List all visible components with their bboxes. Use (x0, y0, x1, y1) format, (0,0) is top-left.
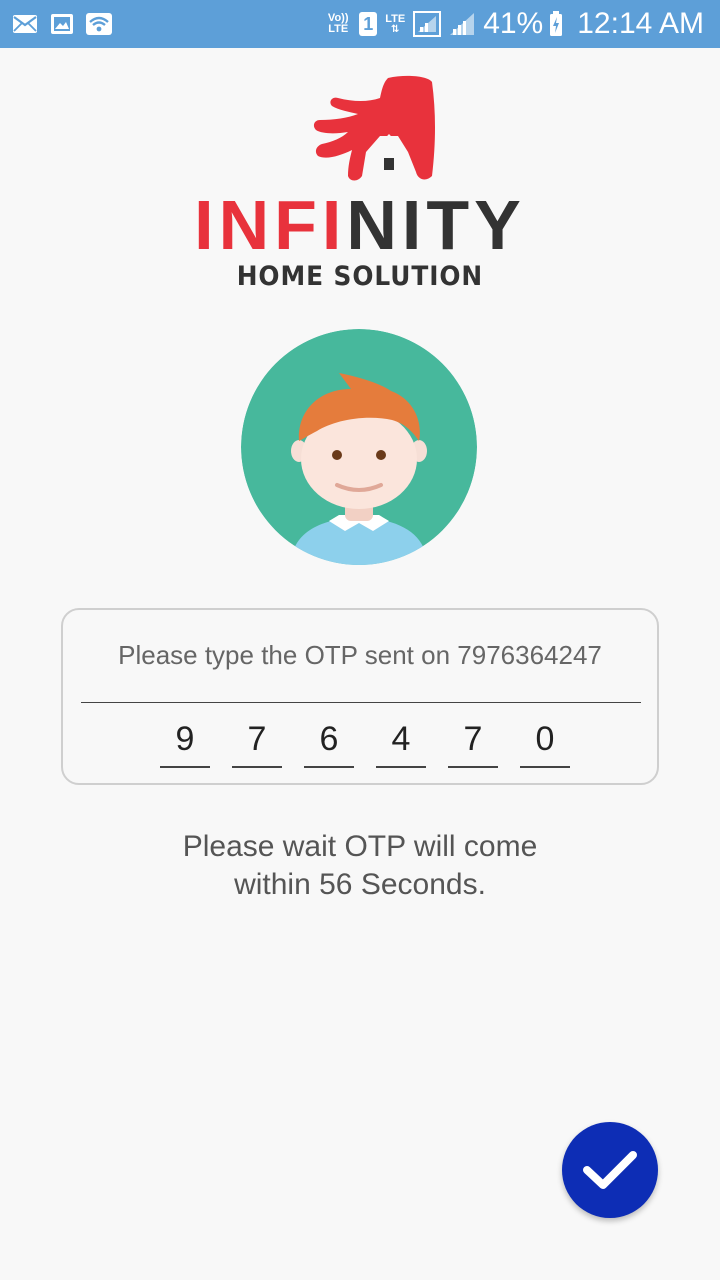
status-notifications (12, 13, 124, 35)
battery-charging-icon (549, 11, 563, 37)
brand-name: INFINITY (194, 189, 526, 261)
otp-digit-2[interactable]: 7 (232, 714, 282, 768)
checkmark-icon (583, 1151, 637, 1189)
submit-otp-button[interactable] (562, 1122, 658, 1218)
hand-house-logo-icon (313, 75, 435, 181)
otp-digit-3[interactable]: 6 (304, 714, 354, 768)
brand-logo: INFINITY HOME SOLUTION (0, 72, 720, 302)
user-avatar (241, 329, 477, 565)
otp-digit-6[interactable]: 0 (520, 714, 570, 768)
wifi-icon (86, 13, 112, 35)
otp-wait-message: Please wait OTP will come within 56 Seco… (0, 828, 720, 904)
lte-label: LTE (385, 12, 406, 25)
otp-digit-1[interactable]: 9 (160, 714, 210, 768)
data-arrows-icon: ⇅ (391, 23, 400, 35)
otp-input-group: 9 7 6 4 7 0 (160, 714, 570, 768)
otp-digit-4[interactable]: 4 (376, 714, 426, 768)
otp-card: Please type the OTP sent on 7976364247 9… (61, 608, 659, 785)
sim-icon: 1 (359, 12, 378, 36)
otp-digit-5[interactable]: 7 (448, 714, 498, 768)
brand-tagline: HOME SOLUTION (236, 261, 484, 292)
volte-indicator: Vo)) LTE (327, 12, 349, 35)
otp-prompt: Please type the OTP sent on 7976364247 (118, 640, 602, 670)
image-icon (50, 13, 74, 35)
boy-avatar-icon (241, 329, 477, 565)
status-system: Vo)) LTE 1 LTE ⇅ 41% 12:14 AM (325, 7, 704, 41)
wait-message-line-1: Please wait OTP will come (182, 830, 538, 863)
signal-icon (449, 12, 475, 36)
brand-name-red: INFI (194, 186, 347, 264)
sim-number: 1 (359, 12, 378, 36)
signal-box-icon (413, 11, 442, 37)
battery-percent: 41% (483, 7, 544, 40)
lte-indicator: LTE ⇅ (385, 12, 406, 35)
clock: 12:14 AM (577, 7, 704, 40)
mail-icon (12, 14, 38, 34)
wait-message-line-2: within 56 Seconds. (234, 868, 486, 901)
brand-name-dark: NITY (346, 186, 526, 264)
otp-divider (81, 702, 641, 703)
status-bar: Vo)) LTE 1 LTE ⇅ 41% 12:14 AM (0, 0, 720, 48)
